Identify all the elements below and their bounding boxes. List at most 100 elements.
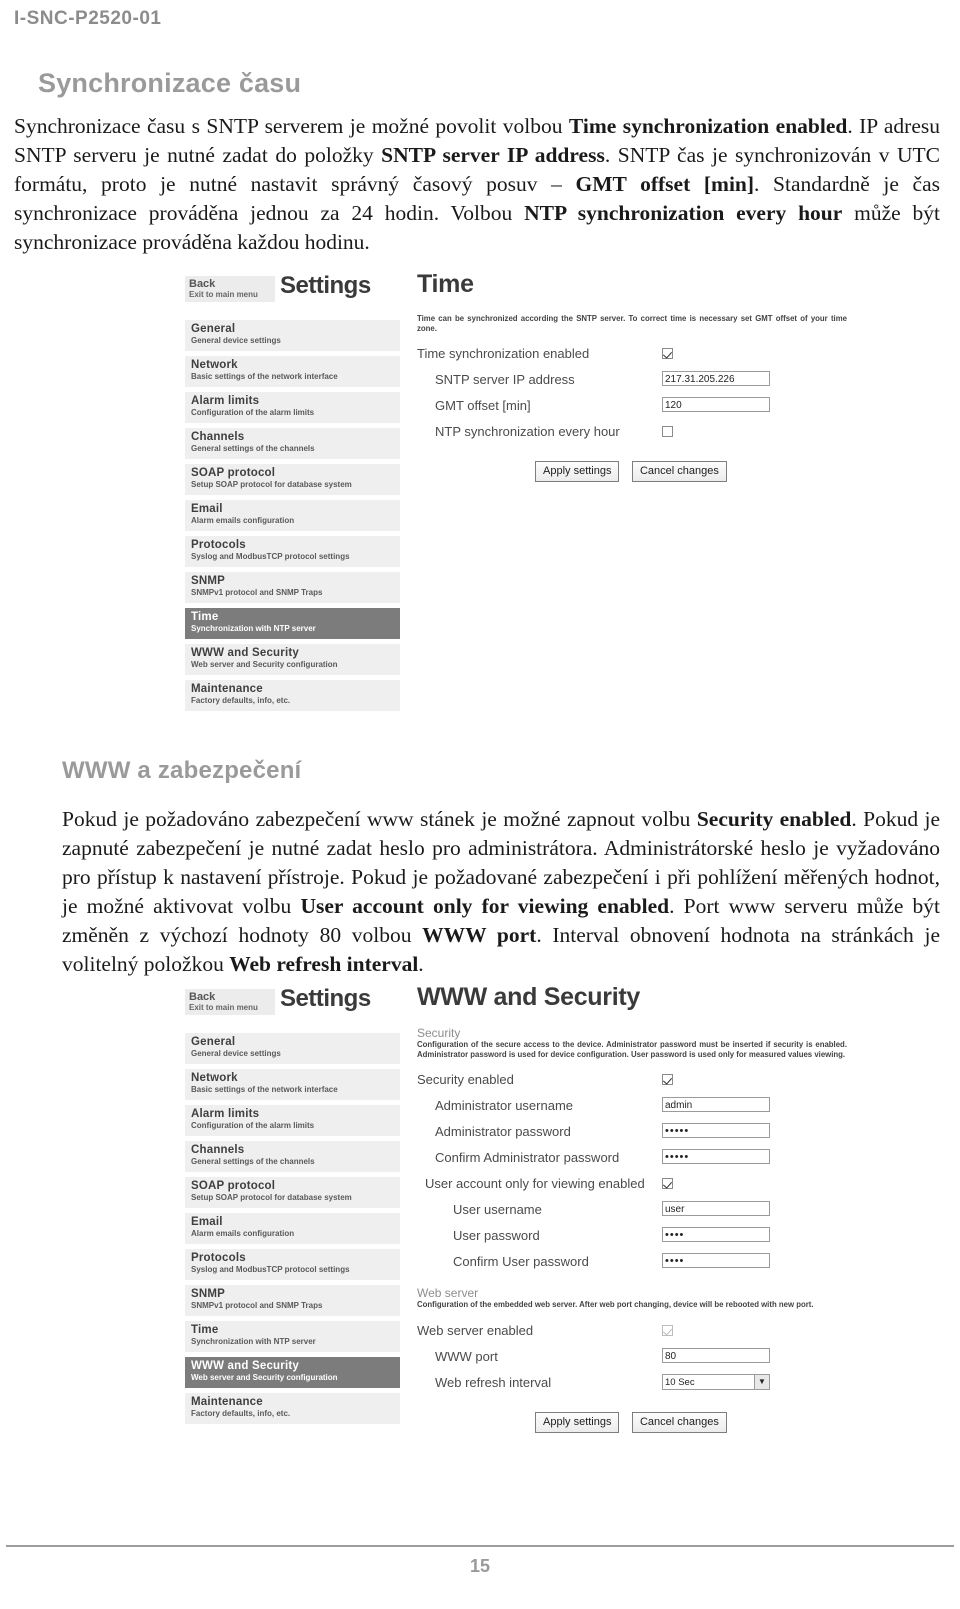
- field-label: Time synchronization enabled: [417, 346, 590, 361]
- sidebar-item-title: Email: [191, 503, 223, 515]
- sidebar-item-subtitle: SNMPv1 protocol and SNMP Traps: [191, 588, 323, 597]
- sidebar-item-network[interactable]: Network Basic settings of the network int…: [185, 1069, 400, 1100]
- sidebar-item-channels[interactable]: Channels General settings of the channels: [185, 1141, 400, 1172]
- apply-settings-button[interactable]: Apply settings: [535, 461, 620, 482]
- sidebar-item-title: Protocols: [191, 539, 246, 551]
- field-ntp-hourly: NTP synchronization every hour: [417, 421, 847, 447]
- www-form-area: Security Configuration of the secure acc…: [417, 1027, 847, 1433]
- security-group-label: Security: [417, 1026, 461, 1040]
- www-port-input[interactable]: 80: [662, 1347, 770, 1363]
- sidebar-item-subtitle: Alarm emails configuration: [191, 1229, 295, 1238]
- sidebar-item-maintenance[interactable]: Maintenance Factory defaults, info, etc.: [185, 680, 400, 711]
- field-control[interactable]: [662, 345, 673, 363]
- time-sync-enabled-checkbox[interactable]: [662, 348, 673, 360]
- web-refresh-interval-select[interactable]: 10 Sec ▼: [662, 1373, 770, 1390]
- sidebar-item-subtitle: Configuration of the alarm limits: [191, 408, 315, 417]
- section-paragraph-time: Synchronizace času s SNTP serverem je mo…: [14, 114, 940, 254]
- sidebar-item-soap-protocol[interactable]: SOAP protocol Setup SOAP protocol for dat…: [185, 1177, 400, 1208]
- sidebar-item-protocols[interactable]: Protocols Syslog and ModbusTCP protocol s…: [185, 1249, 400, 1280]
- field-label: Web refresh interval: [435, 1374, 552, 1390]
- cancel-changes-button[interactable]: Cancel changes: [631, 1411, 727, 1433]
- screenshot-time-topbar: Back Exit to main menu Settings Time: [185, 270, 850, 312]
- field-www-port: WWW port 80: [417, 1346, 847, 1372]
- ntp-hourly-checkbox[interactable]: [662, 426, 673, 438]
- field-label: Security enabled: [417, 1072, 514, 1087]
- sidebar-item-subtitle: Alarm emails configuration: [191, 516, 295, 525]
- sidebar-item-network[interactable]: Network Basic settings of the network int…: [185, 356, 400, 387]
- field-label: Administrator username: [435, 1098, 573, 1113]
- sidebar-item-time[interactable]: Time Synchronization with NTP server: [185, 1321, 400, 1352]
- field-control[interactable]: 10 Sec ▼: [662, 1373, 770, 1390]
- sidebar-item-subtitle: Synchronization with NTP server: [191, 1337, 316, 1346]
- confirm-user-password-input[interactable]: ••••: [662, 1253, 770, 1268]
- field-control[interactable]: [662, 423, 673, 441]
- sidebar-item-general[interactable]: General General device settings: [185, 1033, 400, 1064]
- sidebar-item-title: Time: [191, 1324, 219, 1336]
- field-label: User account only for viewing enabled: [425, 1176, 645, 1191]
- sntp-server-ip-input[interactable]: 217.31.205.226: [662, 371, 770, 386]
- sidebar-item-subtitle: General settings of the channels: [191, 1157, 315, 1166]
- time-button-row: Apply settings Cancel changes: [417, 461, 847, 482]
- field-confirm-user-password: Confirm User password ••••: [417, 1251, 847, 1277]
- sidebar-item-title: Time: [191, 611, 219, 623]
- field-control[interactable]: 217.31.205.226: [662, 371, 770, 386]
- back-button[interactable]: Back Exit to main menu: [185, 989, 275, 1015]
- sidebar-item-title: Email: [191, 1216, 223, 1228]
- field-control[interactable]: [662, 1071, 673, 1089]
- back-button[interactable]: Back Exit to main menu: [185, 276, 275, 302]
- field-gmt-offset: GMT offset [min] 120: [417, 395, 847, 421]
- sidebar-item-snmp[interactable]: SNMP SNMPv1 protocol and SNMP Traps: [185, 572, 400, 603]
- field-control[interactable]: 80: [662, 1347, 770, 1363]
- field-control[interactable]: user: [662, 1201, 770, 1216]
- sidebar-item-protocols[interactable]: Protocols Syslog and ModbusTCP protocol s…: [185, 536, 400, 567]
- security-enabled-checkbox[interactable]: [662, 1074, 673, 1086]
- user-password-input[interactable]: ••••: [662, 1227, 770, 1242]
- footer-divider: [6, 1545, 954, 1547]
- back-button-subtitle: Exit to main menu: [189, 290, 258, 299]
- admin-username-input[interactable]: admin: [662, 1097, 770, 1112]
- field-control[interactable]: ••••: [662, 1227, 770, 1242]
- sidebar-item-alarm-limits[interactable]: Alarm limits Configuration of the alarm l…: [185, 1105, 400, 1136]
- field-label: Confirm Administrator password: [435, 1150, 620, 1165]
- field-label: User username: [453, 1202, 542, 1217]
- sidebar-item-title: SNMP: [191, 575, 226, 587]
- field-control[interactable]: •••••: [662, 1123, 770, 1138]
- chevron-down-icon[interactable]: ▼: [754, 1374, 769, 1389]
- sidebar-item-www-and-security[interactable]: WWW and Security Web server and Security …: [185, 644, 400, 675]
- sidebar-item-soap-protocol[interactable]: SOAP protocol Setup SOAP protocol for dat…: [185, 464, 400, 495]
- field-control[interactable]: •••••: [662, 1149, 770, 1164]
- sidebar-item-www-and-security[interactable]: WWW and Security Web server and Security …: [185, 1357, 400, 1388]
- confirm-admin-password-input[interactable]: •••••: [662, 1149, 770, 1164]
- sidebar-item-title: SOAP protocol: [191, 1180, 276, 1192]
- sidebar-item-general[interactable]: General General device settings: [185, 320, 400, 351]
- user-username-input[interactable]: user: [662, 1201, 770, 1216]
- field-control[interactable]: [662, 1175, 673, 1193]
- apply-settings-button[interactable]: Apply settings: [535, 1411, 620, 1433]
- sidebar-item-email[interactable]: Email Alarm emails configuration: [185, 500, 400, 531]
- sidebar-item-time[interactable]: Time Synchronization with NTP server: [185, 608, 400, 639]
- admin-password-input[interactable]: •••••: [662, 1123, 770, 1138]
- user-account-only-viewing-checkbox[interactable]: [662, 1178, 673, 1190]
- sidebar-item-title: SNMP: [191, 1288, 226, 1300]
- field-control[interactable]: 120: [662, 397, 770, 412]
- back-button-subtitle: Exit to main menu: [189, 1003, 258, 1012]
- sidebar-item-email[interactable]: Email Alarm emails configuration: [185, 1213, 400, 1244]
- field-user-account-enabled: User account only for viewing enabled: [417, 1173, 847, 1199]
- field-control[interactable]: ••••: [662, 1253, 770, 1268]
- cancel-changes-button[interactable]: Cancel changes: [631, 461, 727, 482]
- sidebar-item-title: Protocols: [191, 1252, 246, 1264]
- field-time-sync-enabled: Time synchronization enabled: [417, 343, 847, 369]
- sidebar-item-maintenance[interactable]: Maintenance Factory defaults, info, etc.: [185, 1393, 400, 1424]
- field-control[interactable]: [662, 1322, 673, 1340]
- field-admin-username: Administrator username admin: [417, 1095, 847, 1121]
- field-sntp-server-ip: SNTP server IP address 217.31.205.226: [417, 369, 847, 395]
- web-server-enabled-checkbox[interactable]: [662, 1324, 673, 1336]
- sidebar-item-snmp[interactable]: SNMP SNMPv1 protocol and SNMP Traps: [185, 1285, 400, 1316]
- sidebar-item-subtitle: Setup SOAP protocol for database system: [191, 480, 352, 489]
- gmt-offset-input[interactable]: 120: [662, 397, 770, 412]
- settings-word: Settings: [280, 272, 371, 299]
- sidebar-item-subtitle: Factory defaults, info, etc.: [191, 696, 291, 705]
- field-control[interactable]: admin: [662, 1097, 770, 1112]
- sidebar-item-channels[interactable]: Channels General settings of the channels: [185, 428, 400, 459]
- sidebar-item-alarm-limits[interactable]: Alarm limits Configuration of the alarm l…: [185, 392, 400, 423]
